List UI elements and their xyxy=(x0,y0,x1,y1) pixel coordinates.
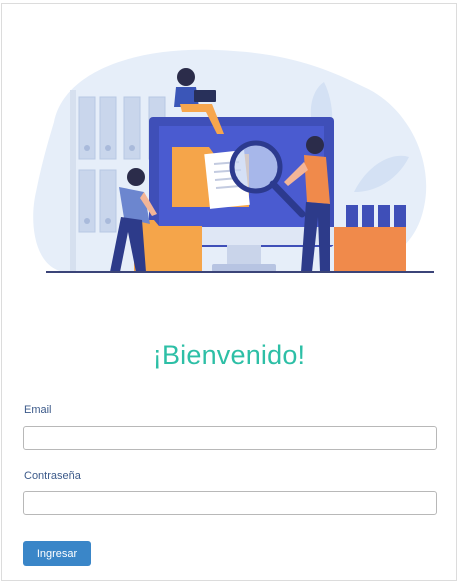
password-label: Contraseña xyxy=(24,470,81,482)
login-button[interactable]: Ingresar xyxy=(23,541,91,566)
login-card: ¡Bienvenido! Email Contraseña Ingresar xyxy=(1,3,457,581)
welcome-title: ¡Bienvenido! xyxy=(152,340,306,370)
password-field[interactable] xyxy=(23,491,437,515)
email-label: Email xyxy=(24,404,52,416)
file-search-illustration xyxy=(33,49,434,273)
email-field[interactable] xyxy=(23,426,437,450)
